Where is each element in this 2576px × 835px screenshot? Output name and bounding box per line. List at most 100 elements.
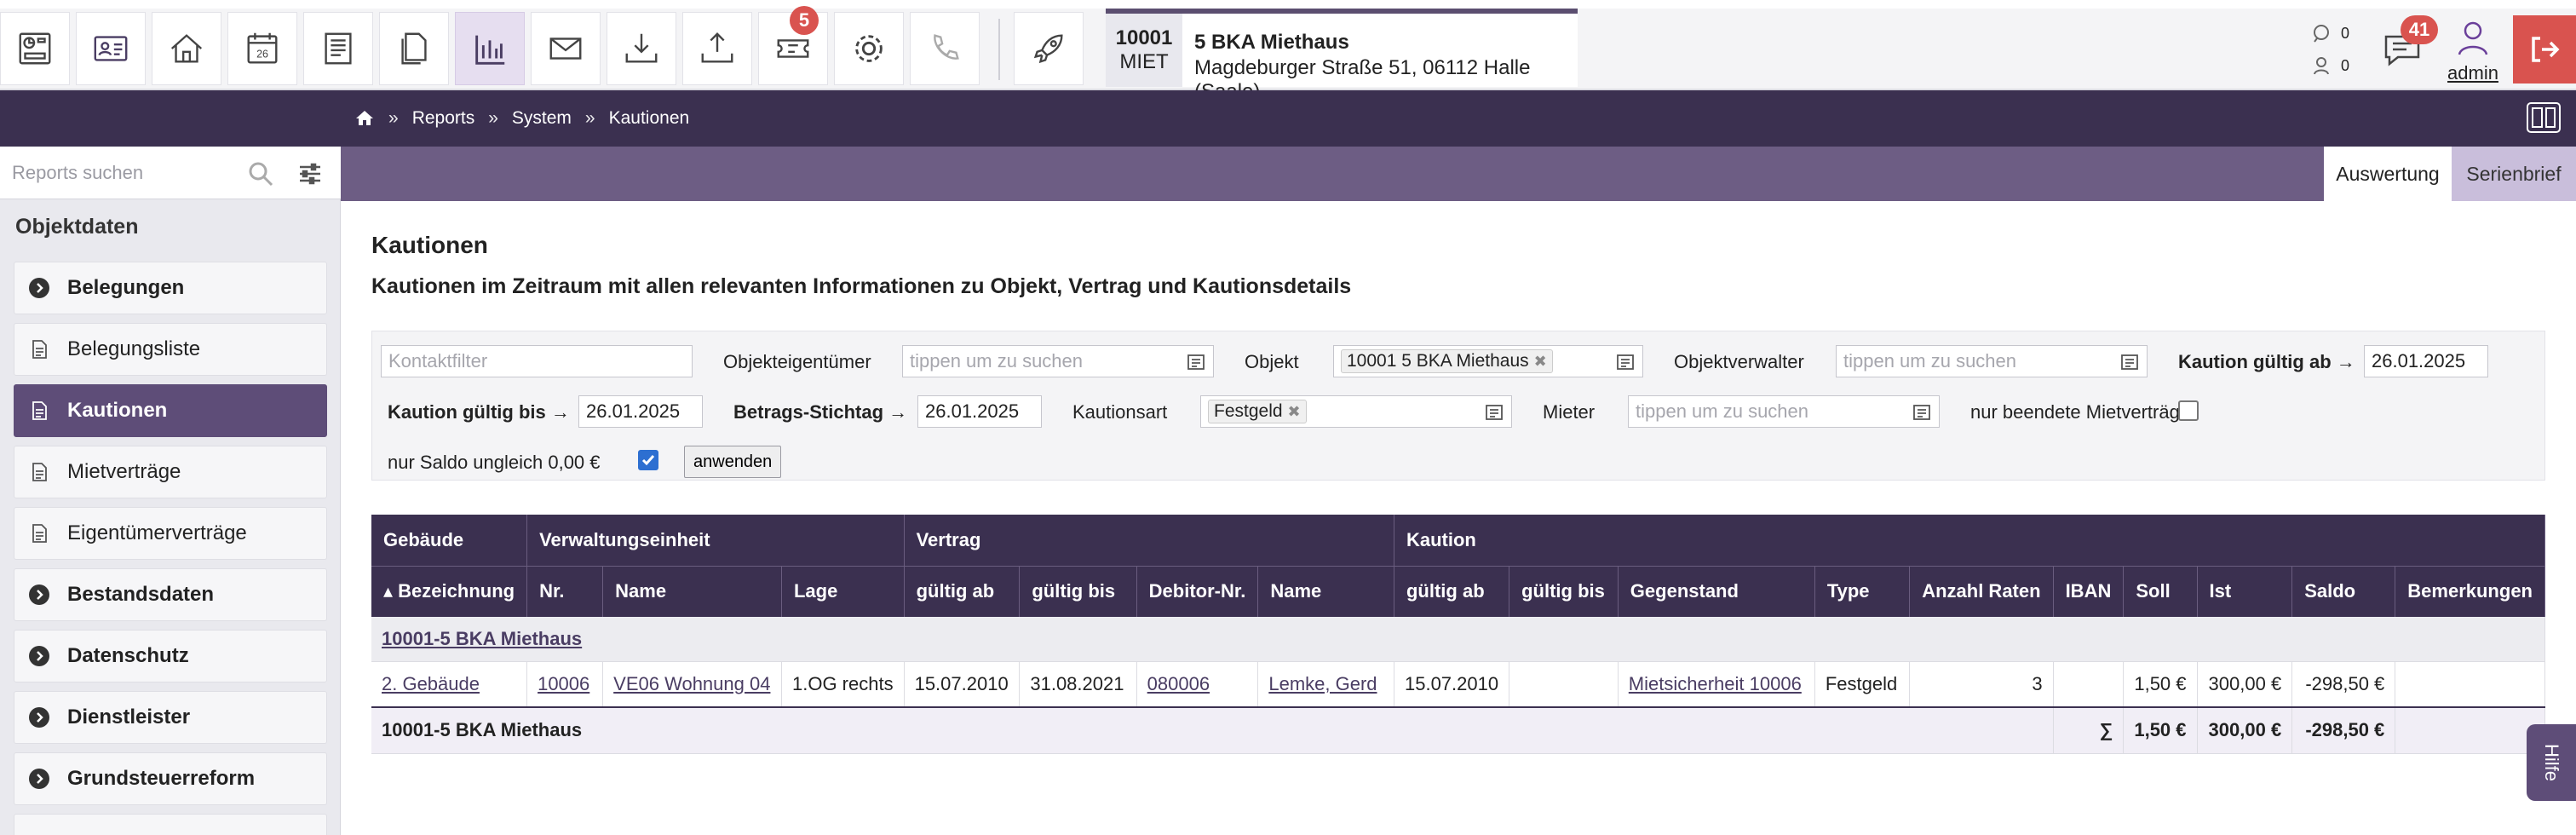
object-id: 10001 MIET: [1106, 14, 1182, 87]
chevron-circle-icon: [29, 646, 49, 666]
sidebar-item-more[interactable]: [14, 814, 327, 835]
apply-button[interactable]: anwenden: [684, 446, 782, 478]
mail-button[interactable]: [531, 12, 601, 85]
tasks-button[interactable]: 5: [758, 6, 828, 85]
home-icon[interactable]: [354, 108, 375, 129]
report-search-input[interactable]: [12, 158, 242, 187]
tab-auswertung[interactable]: Auswertung: [2324, 147, 2452, 201]
sidebar-item-belegungen[interactable]: Belegungen: [14, 262, 327, 314]
col-ve-name[interactable]: Name: [602, 565, 782, 617]
gueltig-ab-input[interactable]: 26.01.2025: [2364, 345, 2488, 377]
col-bemerkungen[interactable]: Bemerkungen: [2395, 565, 2545, 617]
user-name[interactable]: admin: [2443, 62, 2503, 84]
group-row-label: 10001-5 BKA Miethaus: [371, 617, 2545, 662]
settings-button[interactable]: [834, 12, 904, 85]
object-id-type: MIET: [1119, 50, 1169, 73]
col-anzahl-raten[interactable]: Anzahl Raten: [1909, 565, 2054, 617]
chip-remove-icon[interactable]: ✖: [1534, 353, 1547, 371]
dashboard-button[interactable]: [0, 12, 70, 85]
col-vertrag-gueltig-bis[interactable]: gültig bis: [1019, 565, 1137, 617]
tab-serienbrief[interactable]: Serienbrief: [2452, 147, 2576, 201]
contact-filter-input[interactable]: Kontaktfilter: [381, 345, 693, 377]
sidebar-item-eigentuemervertraege[interactable]: Eigentümerverträge: [14, 507, 327, 560]
object-id-number: 10001: [1115, 26, 1173, 49]
export-button[interactable]: [682, 12, 752, 85]
list-picker-icon[interactable]: [2119, 352, 2140, 372]
person-alert-icon: [2314, 57, 2329, 75]
user-menu[interactable]: admin: [2443, 19, 2503, 87]
col-lage[interactable]: Lage: [781, 565, 905, 617]
col-type[interactable]: Type: [1814, 565, 1911, 617]
launch-button[interactable]: [1014, 12, 1084, 85]
cell-ve-name-link[interactable]: VE06 Wohnung 04: [613, 673, 770, 694]
pages-icon: [401, 32, 427, 65]
help-tab[interactable]: Hilfe: [2527, 724, 2576, 801]
sidebar-item-grundsteuerreform[interactable]: Grundsteuerreform: [14, 752, 327, 805]
owner-placeholder: tippen um zu suchen: [910, 350, 1084, 371]
list-picker-icon[interactable]: [1615, 352, 1636, 372]
cell-debitor-nr-link[interactable]: 080006: [1147, 673, 1210, 694]
sidebar-item-bestandsdaten[interactable]: Bestandsdaten: [14, 568, 327, 621]
sidebar-item-mietvertraege[interactable]: Mietverträge: [14, 446, 327, 498]
calendar-button[interactable]: 26: [227, 12, 297, 85]
contacts-button[interactable]: [76, 12, 146, 85]
sidebar-item-belegungsliste[interactable]: Belegungsliste: [14, 323, 327, 376]
copies-button[interactable]: [379, 12, 449, 85]
stichtag-input[interactable]: 26.01.2025: [917, 395, 1042, 428]
col-vertrag-gueltig-ab[interactable]: gültig ab: [904, 565, 1021, 617]
cell-bezeichnung-link[interactable]: 2. Gebäude: [382, 673, 480, 694]
messages-button[interactable]: 41: [2372, 15, 2438, 84]
panel-toggle-button[interactable]: [2527, 102, 2561, 133]
col-kaution-gueltig-bis[interactable]: gültig bis: [1509, 565, 1619, 617]
phone-button[interactable]: [910, 12, 980, 85]
sidebar-item-dienstleister[interactable]: Dienstleister: [14, 691, 327, 744]
col-bezeichnung[interactable]: ▴ Bezeichnung: [371, 565, 528, 617]
sidebar-item-kautionen[interactable]: Kautionen: [14, 384, 327, 437]
counter-a[interactable]: 0: [2310, 20, 2361, 46]
gueltig-bis-input[interactable]: 26.01.2025: [578, 395, 703, 428]
cell-gegenstand-link[interactable]: Mietsicherheit 10006: [1629, 673, 1802, 694]
counter-b[interactable]: 0: [2310, 53, 2361, 78]
list-picker-icon[interactable]: [1186, 352, 1206, 372]
col-kaution-gueltig-ab[interactable]: gültig ab: [1394, 565, 1510, 617]
group-row-link[interactable]: 10001-5 BKA Miethaus: [382, 628, 582, 649]
cell-vertrag-name-link[interactable]: Lemke, Gerd: [1268, 673, 1377, 694]
verwalter-input[interactable]: tippen um zu suchen: [1836, 345, 2148, 377]
logout-button[interactable]: [2513, 15, 2576, 84]
cell-nr-link[interactable]: 10006: [538, 673, 589, 694]
col-debitor-nr[interactable]: Debitor-Nr.: [1136, 565, 1259, 617]
objekt-chip-label: 10001 5 BKA Miethaus: [1347, 351, 1529, 371]
col-ist[interactable]: Ist: [2197, 565, 2293, 617]
saldo-checkbox[interactable]: [638, 450, 658, 470]
kautionsart-input[interactable]: Festgeld ✖: [1200, 395, 1512, 428]
col-iban[interactable]: IBAN: [2053, 565, 2125, 617]
documents-button[interactable]: [303, 12, 373, 85]
breadcrumb-reports[interactable]: Reports: [412, 108, 475, 129]
list-picker-icon[interactable]: [1484, 402, 1504, 423]
chip-remove-icon[interactable]: ✖: [1288, 403, 1301, 421]
sidebar-item-label: Belegungsliste: [67, 337, 201, 360]
reports-button[interactable]: [455, 12, 525, 85]
col-saldo[interactable]: Saldo: [2291, 565, 2396, 617]
table-row: 2. Gebäude 10006 VE06 Wohnung 04 1.OG re…: [371, 661, 2545, 708]
import-button[interactable]: [607, 12, 676, 85]
properties-button[interactable]: [152, 12, 221, 85]
stichtag-label: Betrags-Stichtag →: [733, 401, 907, 423]
col-nr[interactable]: Nr.: [526, 565, 604, 617]
sidebar-item-datenschutz[interactable]: Datenschutz: [14, 630, 327, 682]
objekt-chip[interactable]: 10001 5 BKA Miethaus ✖: [1341, 349, 1553, 373]
breadcrumb-system[interactable]: System: [512, 108, 572, 129]
owner-input[interactable]: tippen um zu suchen: [902, 345, 1214, 377]
col-soll[interactable]: Soll: [2123, 565, 2198, 617]
beendet-checkbox[interactable]: [2178, 400, 2199, 421]
sum-label: 10001-5 BKA Miethaus: [371, 706, 2054, 754]
mieter-input[interactable]: tippen um zu suchen: [1628, 395, 1940, 428]
list-picker-icon[interactable]: [1912, 402, 1932, 423]
filter-sliders-icon[interactable]: [296, 160, 324, 187]
col-vertrag-name[interactable]: Name: [1257, 565, 1394, 617]
col-gegenstand[interactable]: Gegenstand: [1618, 565, 1815, 617]
current-object[interactable]: 10001 MIET 5 BKA Miethaus Magdeburger St…: [1106, 9, 1578, 103]
search-icon[interactable]: [247, 160, 274, 187]
objekt-input[interactable]: 10001 5 BKA Miethaus ✖: [1333, 345, 1643, 377]
kautionsart-chip[interactable]: Festgeld ✖: [1208, 400, 1307, 423]
